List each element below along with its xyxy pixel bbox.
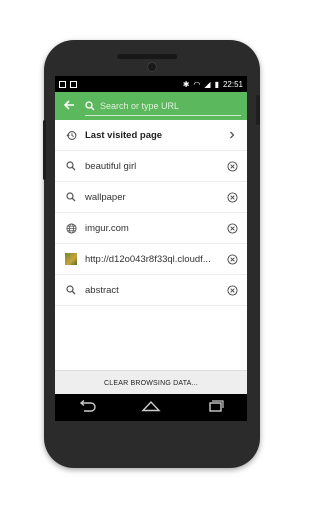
list-item-label: wallpaper xyxy=(85,191,126,203)
history-icon xyxy=(63,127,79,143)
search-icon xyxy=(63,158,79,174)
image-notification-icon xyxy=(70,80,77,88)
signal-icon: ◢ xyxy=(204,79,211,89)
list-item-label: imgur.com xyxy=(85,222,129,234)
globe-icon xyxy=(63,220,79,236)
clock: 22:51 xyxy=(222,79,243,89)
clear-browsing-data-button[interactable]: CLEAR BROWSING DATA... xyxy=(55,370,247,395)
remove-icon[interactable] xyxy=(225,159,239,173)
list-item-last-visited[interactable]: Last visited page xyxy=(55,120,247,151)
screen: ✱ ◠ ◢ ▮ 22:51 Last visited page xyxy=(55,76,247,421)
remove-icon[interactable] xyxy=(225,283,239,297)
volume-button xyxy=(43,120,46,180)
list-item-label: Last visited page xyxy=(85,129,163,141)
earpiece-speaker xyxy=(117,54,177,59)
bluetooth-icon: ✱ xyxy=(182,79,190,89)
toolbar xyxy=(55,92,247,120)
battery-icon: ▮ xyxy=(214,79,219,89)
chevron-right-icon[interactable] xyxy=(225,128,239,142)
nav-home-icon[interactable] xyxy=(141,399,161,417)
power-button xyxy=(256,95,260,125)
search-input[interactable] xyxy=(100,100,210,111)
remove-icon[interactable] xyxy=(225,221,239,235)
nav-back-icon[interactable] xyxy=(77,399,97,417)
remove-icon[interactable] xyxy=(225,252,239,266)
status-bar: ✱ ◠ ◢ ▮ 22:51 xyxy=(55,76,247,92)
search-icon xyxy=(85,100,95,110)
search-box[interactable] xyxy=(85,97,241,116)
back-arrow-icon[interactable] xyxy=(61,99,77,113)
site-thumbnail-icon xyxy=(65,253,77,265)
navigation-bar xyxy=(55,394,247,421)
nav-recents-icon[interactable] xyxy=(205,399,225,417)
list-item-site[interactable]: imgur.com xyxy=(55,213,247,244)
list-item-label: abstract xyxy=(85,284,119,296)
list-item-search[interactable]: abstract xyxy=(55,275,247,306)
sim-icon xyxy=(59,80,66,88)
wifi-icon: ◠ xyxy=(193,79,201,89)
list-item-search[interactable]: wallpaper xyxy=(55,182,247,213)
list-item-search[interactable]: beautiful girl xyxy=(55,151,247,182)
list-item-site[interactable]: http://d12o043r8f33ql.cloudf... xyxy=(55,244,247,275)
search-icon xyxy=(63,282,79,298)
list-item-label: beautiful girl xyxy=(85,160,137,172)
front-camera xyxy=(147,62,157,72)
list-item-label: http://d12o043r8f33ql.cloudf... xyxy=(85,253,211,265)
search-icon xyxy=(63,189,79,205)
history-list: Last visited page beautiful girl wallpap… xyxy=(55,120,247,306)
remove-icon[interactable] xyxy=(225,190,239,204)
